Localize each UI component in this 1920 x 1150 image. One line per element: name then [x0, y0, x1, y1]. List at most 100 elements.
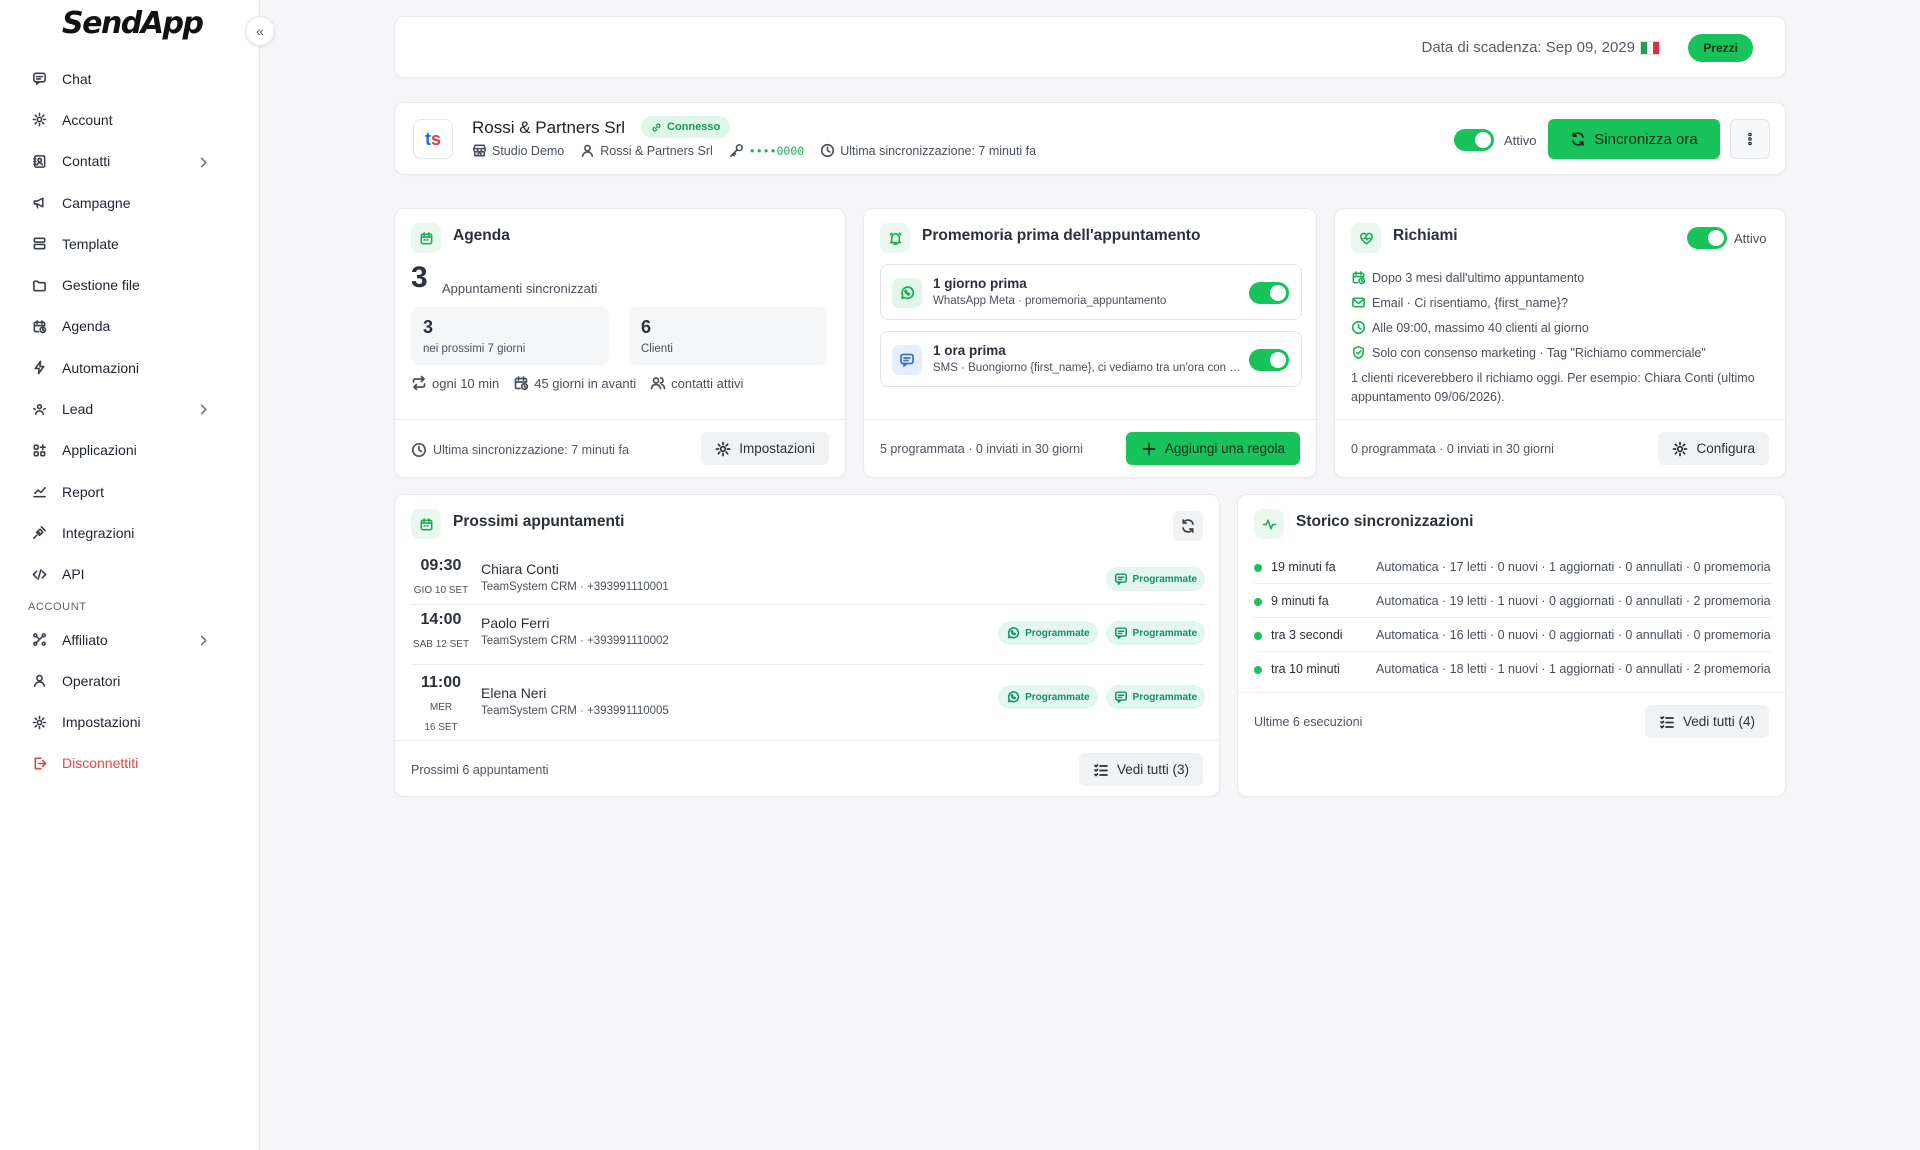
sidebar-item-account[interactable]: Account	[16, 99, 244, 140]
recalls-footer: 0 programmata · 0 inviati in 30 giorni C…	[1335, 419, 1785, 477]
recalls-active-toggle[interactable]	[1687, 227, 1727, 249]
sidebar-item-label: Applicazioni	[62, 442, 137, 459]
network-icon	[32, 632, 47, 647]
refresh-button[interactable]	[1173, 511, 1203, 541]
sidebar-item-operators[interactable]: Operatori	[16, 660, 244, 701]
pricing-button[interactable]: Prezzi	[1688, 34, 1753, 62]
sidebar-item-contacts[interactable]: Contatti	[16, 141, 244, 182]
message-icon	[1114, 572, 1128, 586]
sidebar-item-agenda[interactable]: Agenda	[16, 306, 244, 347]
table-row[interactable]: 11:00 MER 16 SET Elena Neri TeamSystem C…	[411, 665, 1205, 737]
reminder-rule[interactable]: 1 giorno prima WhatsApp Meta · promemori…	[880, 264, 1302, 320]
sidebar-item-automations[interactable]: Automazioni	[16, 347, 244, 388]
reminder-rule-detail: WhatsApp Meta · promemoria_appuntamento	[933, 295, 1167, 307]
recall-rule-text: Solo con consenso marketing · Tag "Richi…	[1372, 345, 1706, 360]
sidebar-item-logout[interactable]: Disconnettiti	[16, 743, 244, 784]
link-icon	[651, 122, 662, 133]
agenda-footer: Ultima sincronizzazione: 7 minuti fa Imp…	[395, 419, 845, 477]
expiry-date: Data di scadenza: Sep 09, 2029	[1421, 39, 1636, 56]
sidebar-item-campaigns[interactable]: Campagne	[16, 182, 244, 223]
sidebar-item-label: Gestione file	[62, 277, 140, 294]
activity-icon	[1254, 509, 1284, 539]
reminder-rule-toggle[interactable]	[1249, 349, 1289, 371]
status-badge-label: Programmate	[1132, 573, 1197, 585]
appointments-title: Prossimi appuntamenti	[453, 513, 625, 530]
calendar-clock-icon	[513, 375, 529, 391]
list-item[interactable]: 9 minuti fa Automatica · 19 letti · 1 nuo…	[1254, 584, 1771, 618]
reminders-footer: 5 programmata · 0 inviati in 30 giorni A…	[864, 419, 1316, 477]
language-flag-italy-icon[interactable]	[1640, 41, 1660, 55]
active-contacts: contatti attivi	[650, 375, 743, 391]
sidebar-item-settings[interactable]: Impostazioni	[16, 701, 244, 742]
see-all-label: Vedi tutti (3)	[1116, 762, 1189, 777]
store-icon	[472, 143, 487, 158]
reminder-rule[interactable]: 1 ora prima SMS · Buongiorno {first_name…	[880, 331, 1302, 387]
table-row[interactable]: 09:30 GIO 10 SET Chiara Conti TeamSystem…	[411, 557, 1205, 605]
agenda-panel: Agenda 3 Appuntamenti sincronizzati 3 ne…	[394, 208, 846, 478]
history-when: 9 minuti fa	[1271, 594, 1329, 608]
repeat-icon	[411, 375, 427, 391]
whatsapp-icon	[892, 278, 922, 308]
integration-key: ••••0000	[729, 143, 804, 158]
see-all-appointments-button[interactable]: Vedi tutti (3)	[1078, 753, 1203, 786]
table-row[interactable]: 14:00 SAB 12 SET Paolo Ferri TeamSystem …	[411, 611, 1205, 665]
status-badge-label: Programmate	[1025, 691, 1090, 703]
sidebar-item-lead[interactable]: Lead	[16, 388, 244, 429]
sync-now-button[interactable]: Sincronizza ora	[1548, 119, 1720, 159]
integration-active-label: Attivo	[1504, 133, 1537, 148]
list-item[interactable]: tra 10 minuti Automatica · 18 letti · 1 n…	[1254, 652, 1771, 686]
status-badge: Programmate	[1105, 685, 1205, 709]
sendapp-logo[interactable]: SendApp	[62, 6, 204, 41]
gear-icon	[715, 441, 731, 457]
stat-value: 6	[641, 317, 652, 337]
reminders-panel: Promemoria prima dell'appuntamento 1 gio…	[863, 208, 1317, 478]
sync-window: 45 giorni in avanti	[513, 375, 636, 391]
more-options-button[interactable]	[1730, 119, 1770, 159]
bolt-icon	[32, 360, 47, 375]
history-title: Storico sincronizzazioni	[1296, 513, 1474, 530]
code-icon	[32, 567, 47, 582]
more-vertical-icon	[1742, 131, 1758, 147]
sidebar-item-chat[interactable]: Chat	[16, 58, 244, 99]
integration-owner: Rossi & Partners Srl	[580, 143, 713, 158]
sidebar-item-label: Report	[62, 483, 105, 500]
studio-label: Studio Demo	[492, 143, 565, 158]
owner-label: Rossi & Partners Srl	[600, 143, 713, 158]
agenda-settings-button[interactable]: Impostazioni	[701, 432, 829, 465]
sidebar-item-label: Agenda	[62, 318, 111, 335]
reminder-rule-toggle[interactable]	[1249, 282, 1289, 304]
sidebar-item-template[interactable]: Template	[16, 223, 244, 264]
see-all-history-button[interactable]: Vedi tutti (4)	[1644, 705, 1769, 738]
gear-icon	[1672, 441, 1688, 457]
integration-last-sync: Ultima sincronizzazione: 7 minuti fa	[820, 143, 1036, 158]
sidebar-item-affiliate[interactable]: Affiliato	[16, 619, 244, 660]
sidebar-item-api[interactable]: API	[16, 554, 244, 595]
sidebar-item-applications[interactable]: Applicazioni	[16, 430, 244, 471]
appointment-day: MER 16 SET	[424, 702, 458, 733]
appointment-source: TeamSystem CRM · +393991110005	[481, 705, 669, 717]
status-badge: Connesso	[641, 116, 731, 138]
user-icon	[32, 673, 47, 688]
synced-label: Appuntamenti sincronizzati	[442, 281, 598, 296]
add-rule-button[interactable]: Aggiungi una regola	[1125, 432, 1300, 465]
last-sync-label: Ultima sincronizzazione: 7 minuti fa	[433, 443, 629, 457]
gear-icon	[32, 112, 47, 127]
integration-active-toggle[interactable]	[1454, 129, 1494, 151]
history-details: Automatica · 18 letti · 1 nuovi · 1 aggi…	[1376, 662, 1771, 676]
appointment-source: TeamSystem CRM · +393991110001	[481, 581, 669, 593]
sidebar-item-label: Operatori	[62, 672, 121, 689]
synced-count: 3	[411, 261, 428, 294]
collapse-sidebar-button[interactable]: «	[245, 16, 275, 46]
list-check-icon	[1659, 714, 1675, 730]
sidebar-item-report[interactable]: Report	[16, 471, 244, 512]
list-item[interactable]: tra 3 secondi Automatica · 16 letti · 0 n…	[1254, 618, 1771, 652]
sync-frequency: ogni 10 min	[411, 375, 499, 391]
list-item[interactable]: 19 minuti fa Automatica · 17 letti · 0 nu…	[1254, 550, 1771, 584]
plug-icon	[32, 525, 47, 540]
appointment-tags: Programmate	[1105, 567, 1205, 591]
reminder-rule-title: 1 giorno prima	[933, 276, 1027, 291]
sidebar-item-integrations[interactable]: Integrazioni	[16, 512, 244, 553]
sidebar-item-file-manager[interactable]: Gestione file	[16, 264, 244, 305]
configure-button[interactable]: Configura	[1658, 432, 1769, 465]
flag-stripe-red	[1653, 42, 1659, 54]
